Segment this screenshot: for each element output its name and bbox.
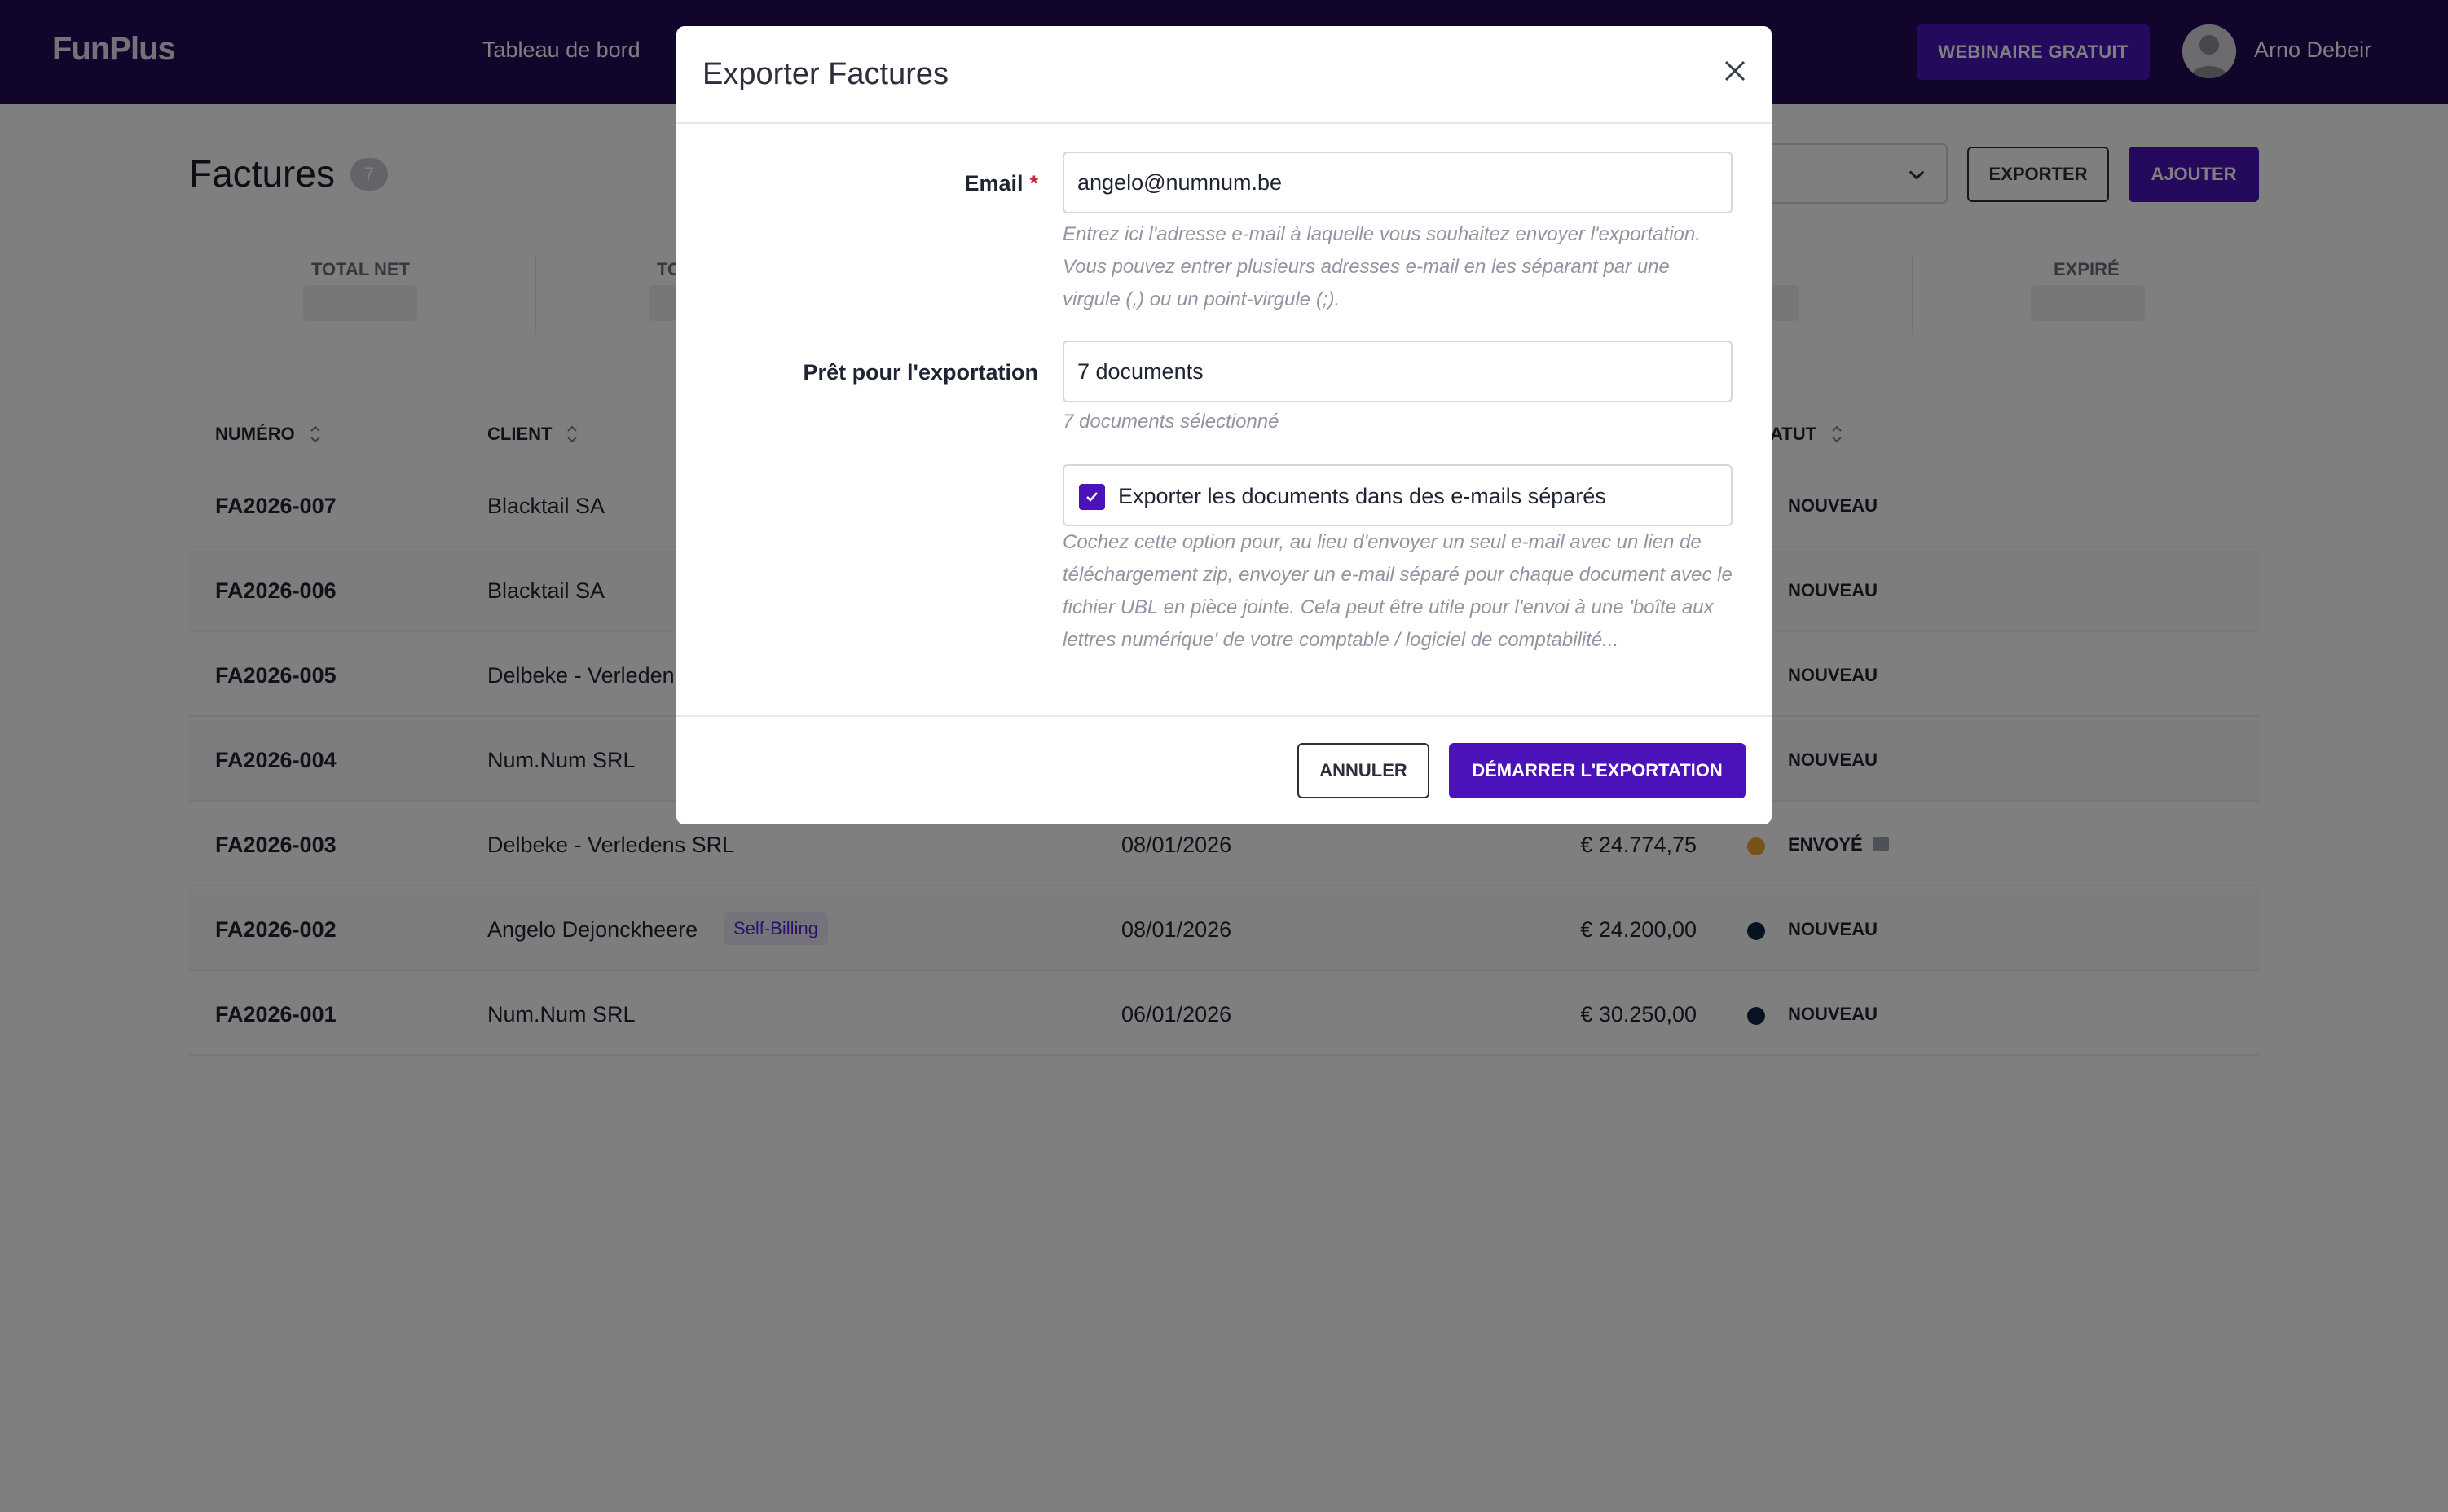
close-button[interactable] [1715, 51, 1755, 91]
modal-footer: ANNULER DÉMARRER L'EXPORTATION [676, 715, 1772, 824]
separate-emails-label: Exporter les documents dans des e-mails … [1118, 484, 1606, 508]
email-label-text: Email [964, 171, 1024, 196]
cancel-button[interactable]: ANNULER [1297, 743, 1429, 798]
export-modal: Exporter Factures Email* Entrez ici l'ad… [676, 26, 1772, 824]
email-label: Email * [964, 171, 1038, 196]
start-export-button[interactable]: DÉMARRER L'EXPORTATION [1449, 743, 1746, 798]
modal-header: Exporter Factures [676, 26, 1772, 124]
separate-emails-checkbox[interactable] [1079, 484, 1105, 510]
ready-label: Prêt pour l'exportation [803, 360, 1038, 385]
separate-emails-option[interactable]: Exporter les documents dans des e-mails … [1063, 464, 1733, 526]
required-marker: * [1029, 171, 1038, 196]
email-help-text: Entrez ici l'adresse e-mail à laquelle v… [1063, 223, 1701, 310]
check-icon [1086, 492, 1098, 502]
ready-documents-field[interactable] [1063, 341, 1733, 402]
ready-help-text: 7 documents sélectionné [1063, 411, 1279, 433]
separate-emails-help-text: Cochez cette option pour, au lieu d'envo… [1063, 531, 1733, 651]
email-field[interactable] [1063, 152, 1733, 213]
modal-title: Exporter Factures [702, 57, 949, 91]
close-icon [1724, 60, 1746, 81]
